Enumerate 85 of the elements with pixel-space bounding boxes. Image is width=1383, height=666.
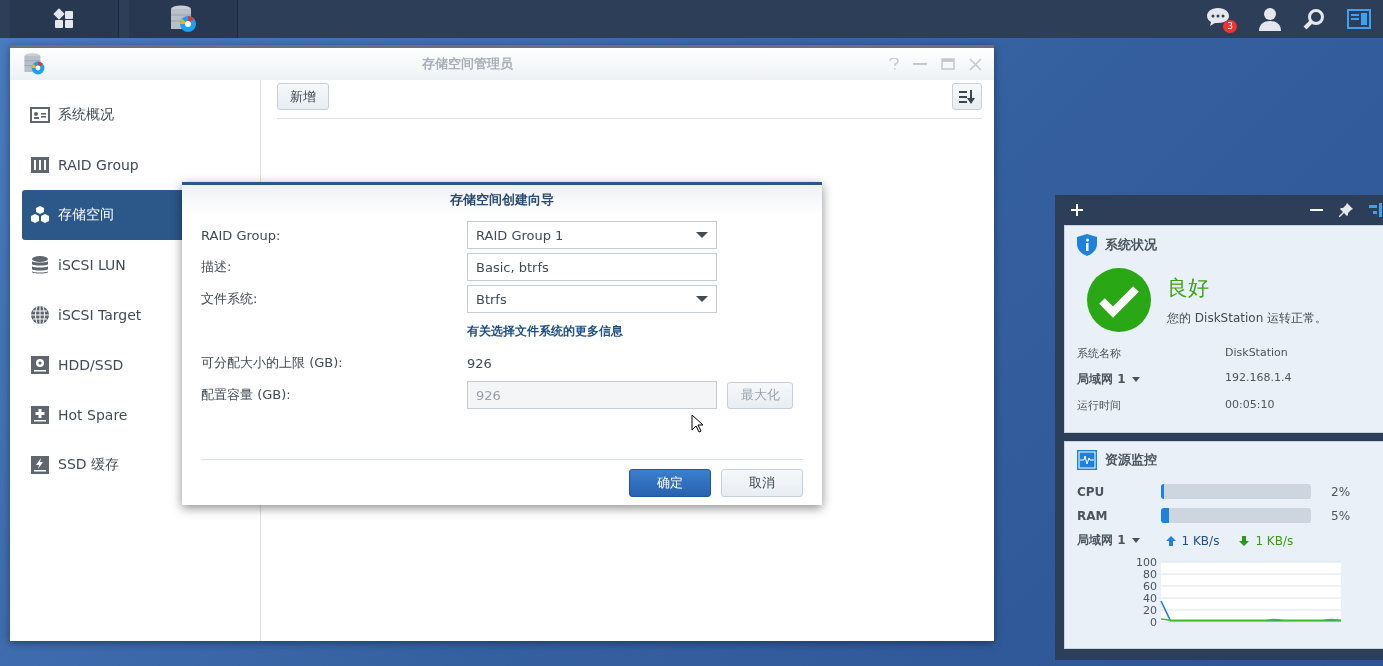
axis-tick-label: 40 (1143, 592, 1157, 605)
grid-icon (53, 8, 75, 30)
dialog-title: 存储空间创建向导 (182, 185, 822, 215)
cursor-icon (691, 414, 703, 433)
cancel-button[interactable]: 取消 (721, 469, 803, 497)
info-label: 运行时间 (1077, 398, 1121, 413)
caret-icon (696, 296, 708, 302)
upload-rate: 1 KB/s (1181, 533, 1220, 548)
sidebar-item-label: HDD/SSD (58, 357, 124, 373)
id-card-icon (30, 105, 50, 125)
sidebar-item-label: SSD 缓存 (58, 456, 119, 474)
caret-icon (1131, 377, 1140, 382)
card-title: 资源监控 (1105, 451, 1157, 469)
sort-icon (959, 89, 975, 104)
help-icon (889, 58, 899, 70)
sidebar-item[interactable]: SSD 缓存 (22, 440, 248, 490)
field-label: 文件系统: (201, 290, 259, 308)
chat-icon (1206, 5, 1230, 28)
info-shield-icon (1077, 234, 1097, 256)
info-label: 局域网 1 (1077, 371, 1126, 388)
sidebar-item[interactable]: 系统概况 (22, 90, 248, 140)
download-rate: 1 KB/s (1255, 533, 1294, 548)
field-label: 可分配大小的上限 (GB): (201, 354, 344, 372)
info-value: 192.168.1.4 (1225, 371, 1293, 386)
taskbar-button[interactable] (129, 0, 238, 38)
sidebar-icon (1369, 203, 1383, 217)
minimize-icon (913, 63, 927, 65)
widgets-icon (1347, 9, 1371, 29)
input-field[interactable]: Basic, btrfs (467, 253, 717, 281)
taskbar-button[interactable] (10, 0, 119, 38)
axis-tick-label: 80 (1143, 568, 1157, 581)
network-label: 局域网 1 (1077, 532, 1126, 549)
search-icon (1303, 8, 1325, 30)
user-icon (1259, 7, 1281, 31)
axis-tick-label: 100 (1136, 558, 1157, 569)
pulse-monitor-icon (1077, 450, 1097, 470)
dropdown-field[interactable]: RAID Group 1 (467, 221, 717, 249)
caret-icon (696, 232, 708, 238)
info-value: 00:05:10 (1225, 398, 1276, 413)
caret-icon (1131, 538, 1140, 543)
close-icon (969, 57, 982, 71)
sidebar-item-label: 系统概况 (58, 106, 114, 124)
sidebar-item-label: 存储空间 (58, 206, 114, 224)
sidebar-item-label: iSCSI LUN (58, 257, 126, 273)
check-circle-icon (1087, 268, 1151, 332)
usage-reading: 5% (1331, 508, 1351, 523)
card-title: 系统状况 (1105, 236, 1157, 254)
meter-label: RAM (1077, 508, 1109, 523)
drive-bays-icon (30, 155, 50, 175)
usage-reading: 2% (1331, 484, 1351, 499)
info-link[interactable]: 有关选择文件系统的更多信息 (467, 317, 717, 345)
sidebar-item-label: iSCSI Target (58, 307, 142, 323)
field-label: 配置容量 (GB): (201, 386, 292, 404)
globe-icon (30, 305, 50, 325)
notifications-button[interactable]: 3 (1206, 5, 1237, 33)
storage-app-icon (22, 52, 46, 76)
axis-tick-label: 60 (1143, 580, 1157, 593)
sidebar-item-label: RAID Group (58, 157, 139, 173)
status-text: 良好 (1167, 274, 1210, 302)
window-title: 存储空间管理员 (421, 55, 514, 73)
pin-icon (1339, 203, 1353, 217)
dropdown-field[interactable]: Btrfs (467, 285, 717, 313)
field-label: 描述: (201, 258, 233, 276)
field-value: 926 (467, 354, 493, 373)
download-arrow-icon (1239, 535, 1250, 546)
cubes-icon (30, 205, 50, 225)
axis-tick-label: 20 (1143, 604, 1157, 617)
notification-count: 3 (1223, 19, 1237, 33)
plus-drive-icon (30, 405, 50, 425)
status-message: 您的 DiskStation 运转正常。 (1167, 309, 1328, 327)
minimize-icon (1310, 209, 1323, 211)
meter-label: CPU (1077, 484, 1106, 499)
info-label: 系统名称 (1077, 346, 1121, 361)
info-value: DiskStation (1225, 346, 1289, 361)
ok-button[interactable]: 确定 (629, 469, 711, 497)
maximize-icon (941, 58, 955, 70)
upload-arrow-icon (1165, 535, 1176, 546)
add-icon (1071, 204, 1083, 216)
axis-tick-label: 0 (1150, 616, 1157, 628)
sidebar-item-label: Hot Spare (58, 407, 128, 423)
sort-button[interactable] (952, 83, 982, 110)
bolt-drive-icon (30, 455, 50, 475)
create-button[interactable]: 新增 (277, 83, 329, 110)
database-icon (30, 255, 50, 275)
storage-app-icon (168, 4, 198, 34)
